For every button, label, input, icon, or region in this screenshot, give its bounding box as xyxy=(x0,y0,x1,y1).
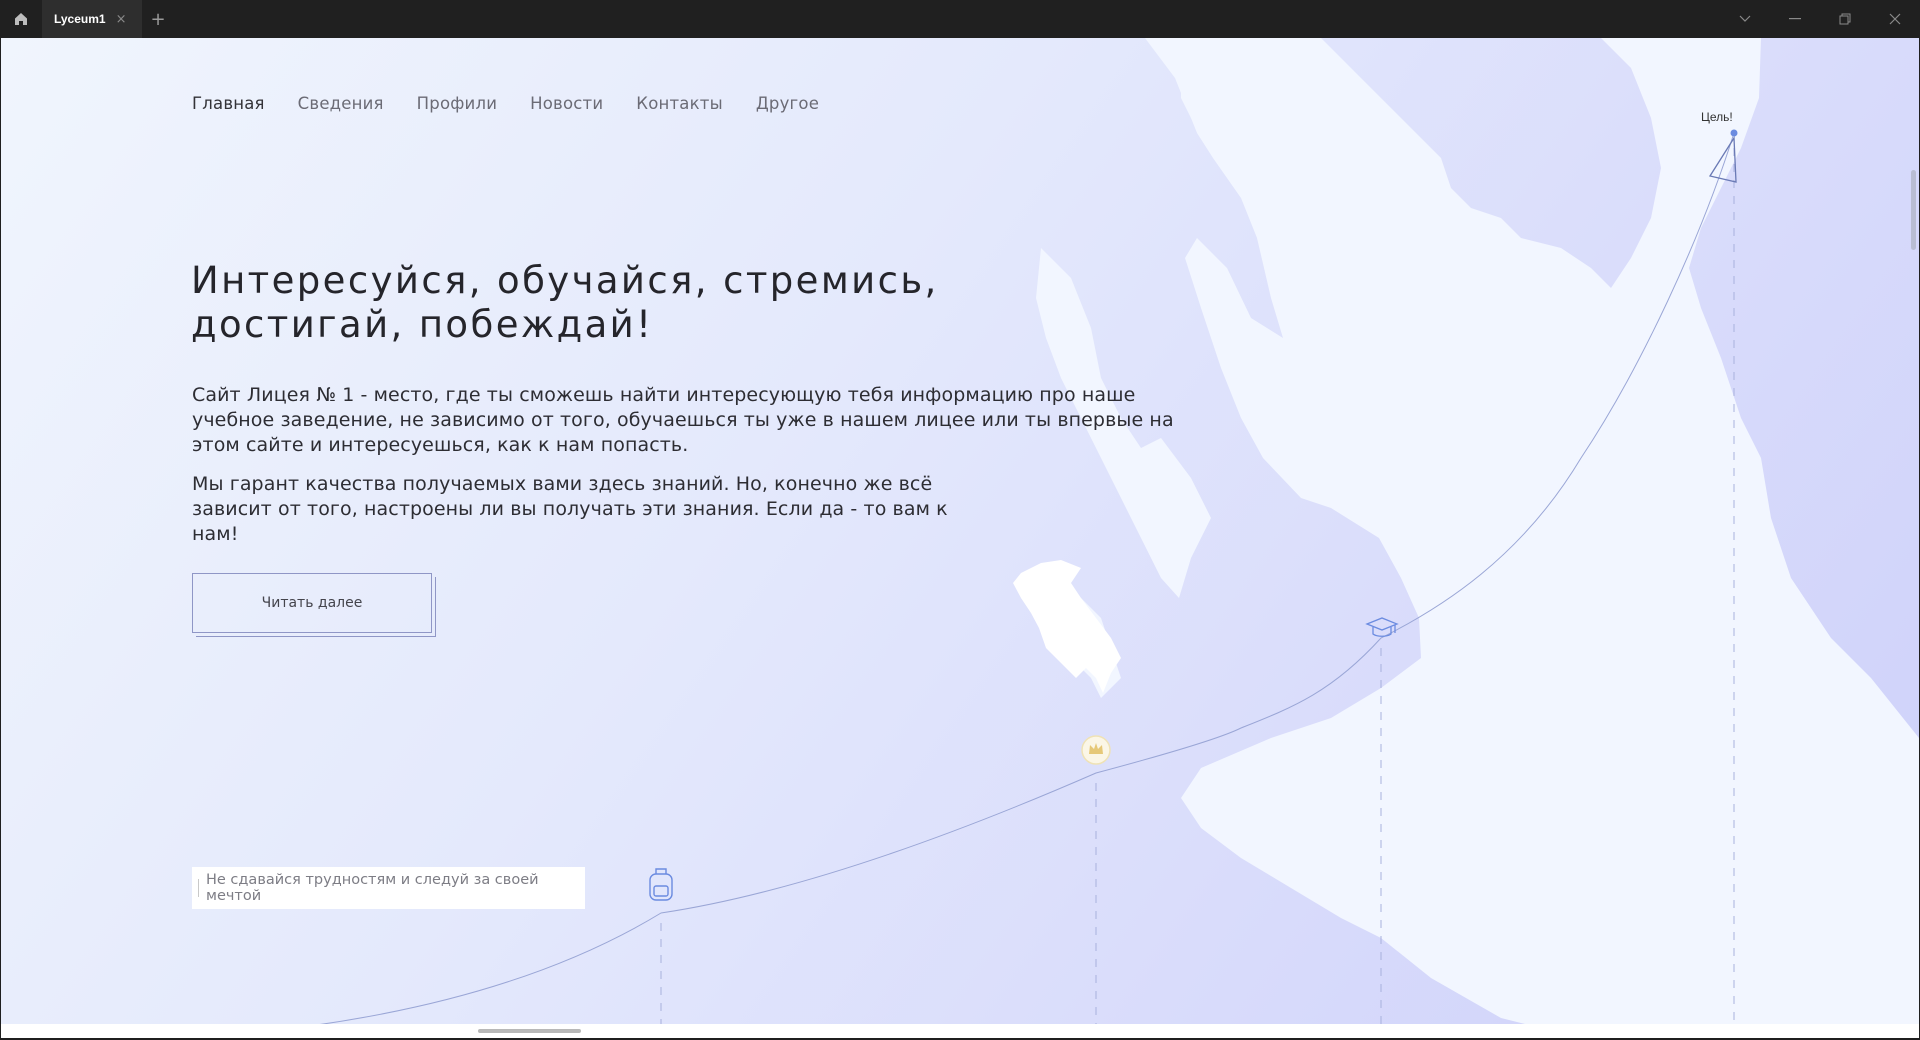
home-icon xyxy=(15,13,27,25)
motto-text: Не сдавайся трудностям и следуй за своей… xyxy=(206,872,539,904)
horizontal-scrollbar-thumb[interactable] xyxy=(478,1029,581,1033)
hero-title-line2: достигай, побеждай! xyxy=(191,303,654,346)
hero-title: Интересуйся, обучайся, стремись, достига… xyxy=(191,259,991,347)
tab-close-button[interactable]: × xyxy=(116,12,127,27)
minimize-icon xyxy=(1789,18,1801,20)
hero-title-line1: Интересуйся, обучайся, стремись, xyxy=(191,259,939,302)
main-nav: Главная Сведения Профили Новости Контакт… xyxy=(192,94,819,113)
restore-button[interactable] xyxy=(1820,0,1870,38)
nav-item-news[interactable]: Новости xyxy=(530,94,603,113)
title-bar: Lyceum1 × + xyxy=(0,0,1920,38)
tabs-dropdown-button[interactable] xyxy=(1720,0,1770,38)
chevron-down-icon xyxy=(1739,15,1751,22)
window-controls xyxy=(1720,0,1920,38)
nav-item-profiles[interactable]: Профили xyxy=(417,94,497,113)
vertical-scrollbar[interactable] xyxy=(1911,170,1916,250)
map-island xyxy=(1013,560,1121,693)
read-more-button[interactable]: Читать далее xyxy=(192,573,432,633)
nav-item-home[interactable]: Главная xyxy=(192,94,265,113)
page-viewport: Главная Сведения Профили Новости Контакт… xyxy=(1,38,1919,1038)
backpack-icon xyxy=(649,868,673,901)
crown-icon xyxy=(1081,735,1111,765)
nav-item-info[interactable]: Сведения xyxy=(298,94,384,113)
goal-label: Цель! xyxy=(1701,110,1733,124)
close-icon xyxy=(1889,13,1901,25)
tab-title: Lyceum1 xyxy=(54,12,106,26)
browser-tab[interactable]: Lyceum1 × xyxy=(42,0,142,38)
hero-paragraph-2: Мы гарант качества получаемых вами здесь… xyxy=(192,473,948,545)
motto-box: Не сдавайся трудностям и следуй за своей… xyxy=(192,867,585,909)
close-window-button[interactable] xyxy=(1870,0,1920,38)
home-button[interactable] xyxy=(0,0,42,38)
restore-icon xyxy=(1839,13,1851,25)
nav-item-other[interactable]: Другое xyxy=(756,94,819,113)
horizontal-scrollbar[interactable] xyxy=(1,1024,1919,1038)
motto-divider xyxy=(198,879,199,897)
nav-item-contacts[interactable]: Контакты xyxy=(636,94,723,113)
hero-paragraph-1: Сайт Лицея № 1 - место, где ты сможешь н… xyxy=(192,384,1174,456)
minimize-button[interactable] xyxy=(1770,0,1820,38)
new-tab-button[interactable]: + xyxy=(142,9,174,30)
graduation-cap-icon xyxy=(1365,617,1399,637)
